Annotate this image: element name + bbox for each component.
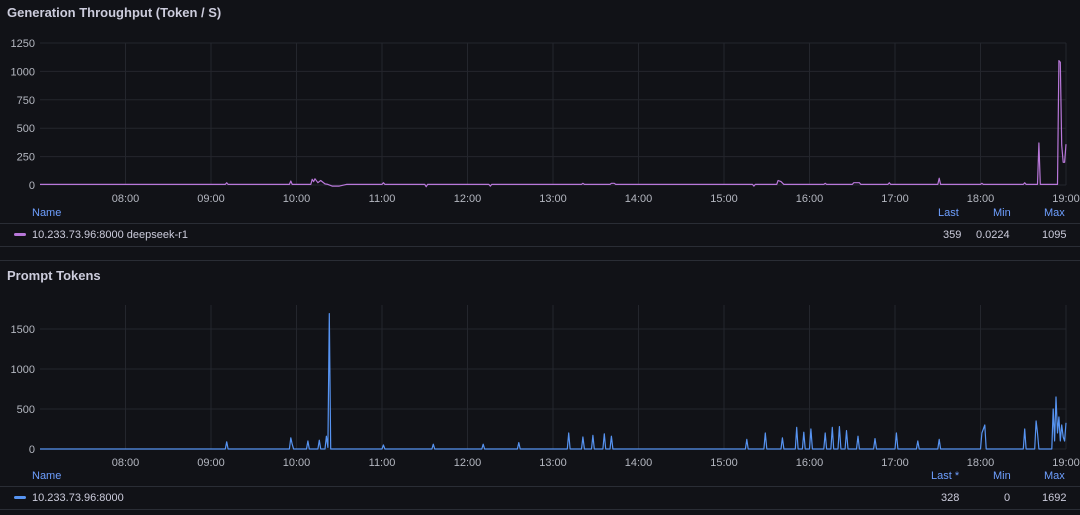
legend-last-header[interactable]: Last * [931, 470, 959, 482]
x-tick-label: 14:00 [625, 457, 653, 469]
legend-name-header[interactable]: Name [32, 470, 61, 482]
x-tick-label: 17:00 [881, 193, 909, 205]
y-tick-label: 1500 [11, 324, 35, 336]
legend-name-header[interactable]: Name [32, 207, 61, 219]
x-tick-label: 10:00 [283, 193, 311, 205]
x-tick-label: 10:00 [283, 457, 311, 469]
x-tick-label: 13:00 [539, 457, 567, 469]
series-color-swatch [14, 496, 26, 499]
y-tick-label: 1000 [11, 364, 35, 376]
x-tick-label: 15:00 [710, 193, 738, 205]
y-tick-label: 1250 [11, 38, 35, 50]
prompt-tokens-chart[interactable]: 0 500 1000 1500 08:00 09:00 10:00 11:00 12:00 13:… [0, 292, 1080, 470]
series-min: 0.0224 [976, 229, 1010, 241]
y-tick-label: 0 [29, 444, 35, 456]
x-tick-label: 14:00 [625, 193, 653, 205]
legend-header: Name Last * Min Max [0, 470, 1080, 484]
x-tick-label: 19:00 [1052, 193, 1080, 205]
y-tick-label: 0 [29, 180, 35, 192]
x-tick-label: 16:00 [796, 457, 824, 469]
panel-title[interactable]: Generation Throughput (Token / S) [7, 5, 221, 20]
x-tick-label: 12:00 [454, 457, 482, 469]
y-tick-label: 250 [17, 152, 35, 164]
legend-min-header[interactable]: Min [993, 470, 1011, 482]
series-last: 359 [943, 229, 962, 241]
x-tick-label: 09:00 [197, 457, 225, 469]
legend-max-header[interactable]: Max [1044, 470, 1065, 482]
series-last: 328 [941, 492, 960, 504]
x-tick-label: 11:00 [369, 193, 396, 205]
y-tick-label: 500 [17, 123, 35, 135]
x-tick-label: 18:00 [967, 457, 995, 469]
x-tick-label: 16:00 [796, 193, 824, 205]
panel-title[interactable]: Prompt Tokens [7, 268, 101, 283]
x-tick-label: 11:00 [369, 457, 396, 469]
x-tick-label: 18:00 [967, 193, 995, 205]
x-tick-label: 19:00 [1052, 457, 1080, 469]
x-tick-label: 12:00 [454, 193, 482, 205]
legend-max-header[interactable]: Max [1044, 207, 1065, 219]
series-color-swatch [14, 233, 26, 236]
series-max: 1095 [1042, 229, 1067, 241]
prompt-tokens-panel: Prompt Tokens 0 500 1000 1500 08:00 09:00 10:0… [0, 262, 1080, 515]
x-tick-label: 17:00 [881, 457, 909, 469]
series-max: 1692 [1042, 492, 1067, 504]
series-name[interactable]: 10.233.73.96:8000 [32, 492, 124, 504]
legend-row[interactable]: 10.233.73.96:8000 deepseek-r1 359 0.0224… [0, 223, 1080, 247]
y-tick-label: 750 [17, 95, 35, 107]
series-min: 0 [1004, 492, 1011, 504]
series-name[interactable]: 10.233.73.96:8000 deepseek-r1 [32, 229, 188, 241]
generation-throughput-chart[interactable]: 0 250 500 750 1000 1250 08:00 09:00 10:00 11:00 12… [0, 30, 1080, 205]
y-tick-label: 1000 [11, 66, 35, 78]
legend-row[interactable]: 10.233.73.96:8000 328 0 1692 [0, 486, 1080, 510]
x-tick-label: 09:00 [197, 193, 225, 205]
generation-throughput-panel: Generation Throughput (Token / S) 0 250 50… [0, 0, 1080, 260]
legend-min-header[interactable]: Min [993, 207, 1011, 219]
legend-last-header[interactable]: Last [938, 207, 959, 219]
x-tick-label: 08:00 [112, 193, 140, 205]
panel-divider [0, 260, 1080, 261]
x-tick-label: 08:00 [112, 457, 140, 469]
y-tick-label: 500 [17, 404, 35, 416]
x-tick-label: 15:00 [710, 457, 738, 469]
legend-header: Name Last Min Max [0, 207, 1080, 221]
x-tick-label: 13:00 [539, 193, 567, 205]
